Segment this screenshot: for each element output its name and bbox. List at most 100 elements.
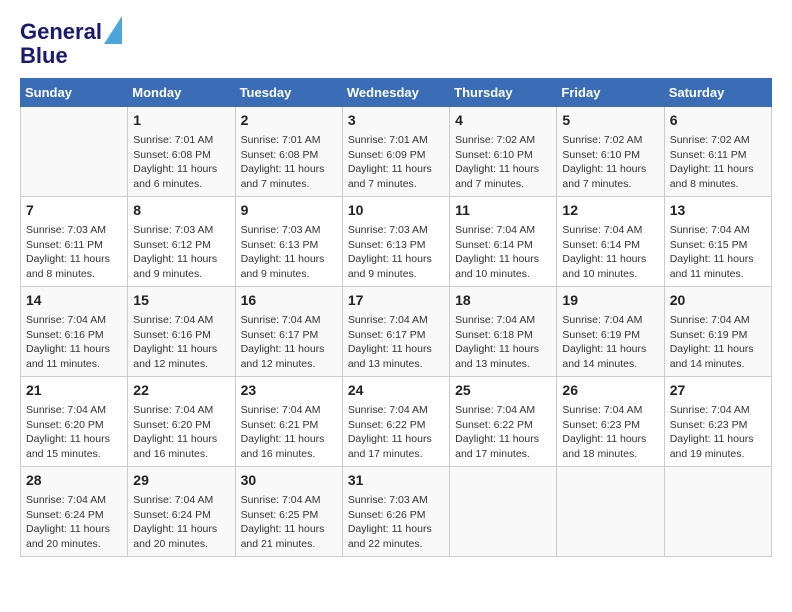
calendar-cell: 22Sunrise: 7:04 AMSunset: 6:20 PMDayligh… [128, 377, 235, 467]
day-info: Sunrise: 7:04 AMSunset: 6:22 PMDaylight:… [455, 403, 551, 462]
day-number: 16 [241, 291, 337, 311]
calendar-cell: 19Sunrise: 7:04 AMSunset: 6:19 PMDayligh… [557, 287, 664, 377]
calendar-cell: 4Sunrise: 7:02 AMSunset: 6:10 PMDaylight… [450, 107, 557, 197]
day-info: Sunrise: 7:03 AMSunset: 6:13 PMDaylight:… [241, 223, 337, 282]
day-info: Sunrise: 7:04 AMSunset: 6:19 PMDaylight:… [670, 313, 766, 372]
day-info: Sunrise: 7:04 AMSunset: 6:16 PMDaylight:… [26, 313, 122, 372]
day-info: Sunrise: 7:04 AMSunset: 6:23 PMDaylight:… [670, 403, 766, 462]
calendar-week-row: 7Sunrise: 7:03 AMSunset: 6:11 PMDaylight… [21, 197, 772, 287]
calendar-week-row: 28Sunrise: 7:04 AMSunset: 6:24 PMDayligh… [21, 467, 772, 557]
day-info: Sunrise: 7:04 AMSunset: 6:20 PMDaylight:… [133, 403, 229, 462]
day-info: Sunrise: 7:04 AMSunset: 6:23 PMDaylight:… [562, 403, 658, 462]
day-info: Sunrise: 7:04 AMSunset: 6:19 PMDaylight:… [562, 313, 658, 372]
calendar-cell: 5Sunrise: 7:02 AMSunset: 6:10 PMDaylight… [557, 107, 664, 197]
page-header: General Blue [20, 20, 772, 68]
day-number: 30 [241, 471, 337, 491]
calendar-cell: 11Sunrise: 7:04 AMSunset: 6:14 PMDayligh… [450, 197, 557, 287]
day-number: 15 [133, 291, 229, 311]
calendar-week-row: 21Sunrise: 7:04 AMSunset: 6:20 PMDayligh… [21, 377, 772, 467]
day-number: 8 [133, 201, 229, 221]
calendar-cell: 21Sunrise: 7:04 AMSunset: 6:20 PMDayligh… [21, 377, 128, 467]
day-number: 1 [133, 111, 229, 131]
header-monday: Monday [128, 79, 235, 107]
calendar-cell: 29Sunrise: 7:04 AMSunset: 6:24 PMDayligh… [128, 467, 235, 557]
day-number: 26 [562, 381, 658, 401]
calendar-cell: 18Sunrise: 7:04 AMSunset: 6:18 PMDayligh… [450, 287, 557, 377]
header-wednesday: Wednesday [342, 79, 449, 107]
day-info: Sunrise: 7:04 AMSunset: 6:20 PMDaylight:… [26, 403, 122, 462]
day-info: Sunrise: 7:04 AMSunset: 6:18 PMDaylight:… [455, 313, 551, 372]
header-sunday: Sunday [21, 79, 128, 107]
day-info: Sunrise: 7:04 AMSunset: 6:24 PMDaylight:… [133, 493, 229, 552]
calendar-cell: 12Sunrise: 7:04 AMSunset: 6:14 PMDayligh… [557, 197, 664, 287]
day-number: 11 [455, 201, 551, 221]
day-number: 22 [133, 381, 229, 401]
header-tuesday: Tuesday [235, 79, 342, 107]
day-info: Sunrise: 7:02 AMSunset: 6:10 PMDaylight:… [562, 133, 658, 192]
day-info: Sunrise: 7:04 AMSunset: 6:14 PMDaylight:… [562, 223, 658, 282]
calendar-cell [21, 107, 128, 197]
calendar-cell: 26Sunrise: 7:04 AMSunset: 6:23 PMDayligh… [557, 377, 664, 467]
day-info: Sunrise: 7:04 AMSunset: 6:24 PMDaylight:… [26, 493, 122, 552]
day-info: Sunrise: 7:04 AMSunset: 6:25 PMDaylight:… [241, 493, 337, 552]
day-info: Sunrise: 7:03 AMSunset: 6:11 PMDaylight:… [26, 223, 122, 282]
day-number: 18 [455, 291, 551, 311]
day-info: Sunrise: 7:04 AMSunset: 6:17 PMDaylight:… [241, 313, 337, 372]
day-info: Sunrise: 7:03 AMSunset: 6:26 PMDaylight:… [348, 493, 444, 552]
day-info: Sunrise: 7:04 AMSunset: 6:15 PMDaylight:… [670, 223, 766, 282]
calendar-cell [664, 467, 771, 557]
calendar-table: SundayMondayTuesdayWednesdayThursdayFrid… [20, 78, 772, 557]
day-number: 17 [348, 291, 444, 311]
day-info: Sunrise: 7:02 AMSunset: 6:10 PMDaylight:… [455, 133, 551, 192]
day-info: Sunrise: 7:01 AMSunset: 6:08 PMDaylight:… [133, 133, 229, 192]
calendar-cell: 23Sunrise: 7:04 AMSunset: 6:21 PMDayligh… [235, 377, 342, 467]
day-info: Sunrise: 7:04 AMSunset: 6:17 PMDaylight:… [348, 313, 444, 372]
day-info: Sunrise: 7:01 AMSunset: 6:09 PMDaylight:… [348, 133, 444, 192]
calendar-cell: 31Sunrise: 7:03 AMSunset: 6:26 PMDayligh… [342, 467, 449, 557]
day-number: 19 [562, 291, 658, 311]
calendar-cell: 1Sunrise: 7:01 AMSunset: 6:08 PMDaylight… [128, 107, 235, 197]
calendar-cell: 25Sunrise: 7:04 AMSunset: 6:22 PMDayligh… [450, 377, 557, 467]
logo-text-line1: General [20, 20, 102, 44]
logo-arrow-icon [104, 16, 122, 44]
calendar-cell: 14Sunrise: 7:04 AMSunset: 6:16 PMDayligh… [21, 287, 128, 377]
calendar-cell: 7Sunrise: 7:03 AMSunset: 6:11 PMDaylight… [21, 197, 128, 287]
day-info: Sunrise: 7:02 AMSunset: 6:11 PMDaylight:… [670, 133, 766, 192]
day-number: 23 [241, 381, 337, 401]
logo-text-line2: Blue [20, 44, 122, 68]
calendar-week-row: 14Sunrise: 7:04 AMSunset: 6:16 PMDayligh… [21, 287, 772, 377]
calendar-cell: 10Sunrise: 7:03 AMSunset: 6:13 PMDayligh… [342, 197, 449, 287]
day-info: Sunrise: 7:03 AMSunset: 6:12 PMDaylight:… [133, 223, 229, 282]
calendar-cell: 20Sunrise: 7:04 AMSunset: 6:19 PMDayligh… [664, 287, 771, 377]
calendar-cell: 16Sunrise: 7:04 AMSunset: 6:17 PMDayligh… [235, 287, 342, 377]
day-info: Sunrise: 7:04 AMSunset: 6:14 PMDaylight:… [455, 223, 551, 282]
calendar-cell: 8Sunrise: 7:03 AMSunset: 6:12 PMDaylight… [128, 197, 235, 287]
day-number: 4 [455, 111, 551, 131]
header-friday: Friday [557, 79, 664, 107]
day-info: Sunrise: 7:04 AMSunset: 6:16 PMDaylight:… [133, 313, 229, 372]
day-number: 29 [133, 471, 229, 491]
day-number: 2 [241, 111, 337, 131]
day-number: 3 [348, 111, 444, 131]
calendar-cell [450, 467, 557, 557]
calendar-cell: 6Sunrise: 7:02 AMSunset: 6:11 PMDaylight… [664, 107, 771, 197]
calendar-body: 1Sunrise: 7:01 AMSunset: 6:08 PMDaylight… [21, 107, 772, 557]
calendar-cell [557, 467, 664, 557]
calendar-week-row: 1Sunrise: 7:01 AMSunset: 6:08 PMDaylight… [21, 107, 772, 197]
header-thursday: Thursday [450, 79, 557, 107]
day-number: 20 [670, 291, 766, 311]
calendar-cell: 27Sunrise: 7:04 AMSunset: 6:23 PMDayligh… [664, 377, 771, 467]
calendar-cell: 13Sunrise: 7:04 AMSunset: 6:15 PMDayligh… [664, 197, 771, 287]
day-number: 10 [348, 201, 444, 221]
day-number: 12 [562, 201, 658, 221]
day-number: 25 [455, 381, 551, 401]
calendar-cell: 30Sunrise: 7:04 AMSunset: 6:25 PMDayligh… [235, 467, 342, 557]
calendar-cell: 2Sunrise: 7:01 AMSunset: 6:08 PMDaylight… [235, 107, 342, 197]
day-number: 14 [26, 291, 122, 311]
calendar-header-row: SundayMondayTuesdayWednesdayThursdayFrid… [21, 79, 772, 107]
calendar-cell: 28Sunrise: 7:04 AMSunset: 6:24 PMDayligh… [21, 467, 128, 557]
day-number: 5 [562, 111, 658, 131]
day-number: 13 [670, 201, 766, 221]
calendar-cell: 15Sunrise: 7:04 AMSunset: 6:16 PMDayligh… [128, 287, 235, 377]
calendar-cell: 9Sunrise: 7:03 AMSunset: 6:13 PMDaylight… [235, 197, 342, 287]
